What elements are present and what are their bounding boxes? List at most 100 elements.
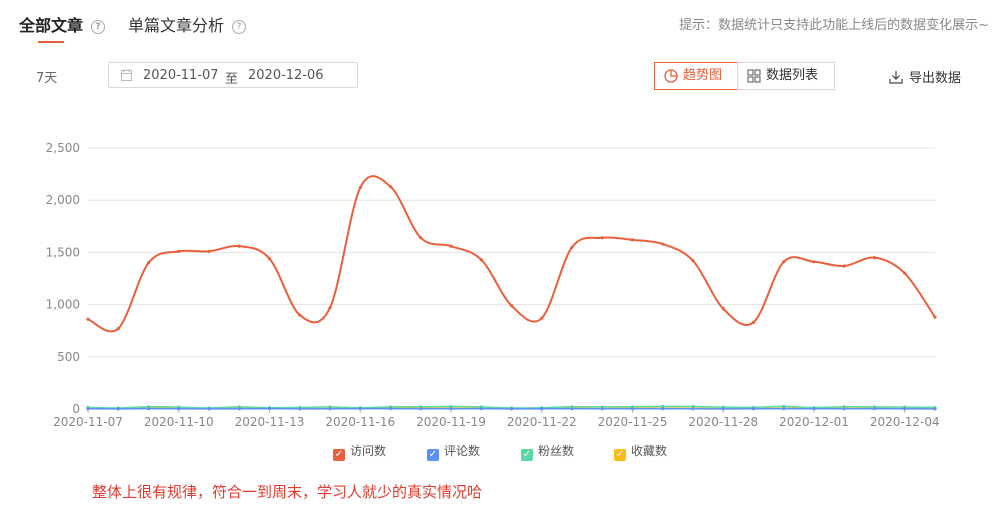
data-point-1 bbox=[449, 407, 453, 411]
hint-text: 提示：数据统计只支持此功能上线后的数据变化展示~ bbox=[679, 18, 989, 33]
data-point-1 bbox=[842, 407, 846, 411]
legend-label: 评论数 bbox=[444, 444, 481, 458]
data-point-1 bbox=[207, 407, 211, 411]
data-point-0 bbox=[872, 256, 877, 260]
x-tick-label: 2020-11-10 bbox=[144, 415, 214, 429]
calendar-icon bbox=[121, 69, 132, 81]
series-line-0 bbox=[87, 175, 936, 333]
tab-single-article-label: 单篇文章分析 bbox=[128, 16, 225, 35]
data-point-1 bbox=[267, 407, 272, 411]
data-point-1 bbox=[419, 407, 423, 411]
legend-label: 收藏数 bbox=[631, 444, 668, 458]
help-icon[interactable]: ? bbox=[91, 20, 106, 34]
data-point-1 bbox=[570, 407, 574, 411]
data-point-0 bbox=[298, 313, 302, 317]
tab-all-articles-label: 全部文章 bbox=[19, 16, 84, 35]
annotation-note: 整体上很有规律，符合一到周末，学习人就少的真实情况哈 bbox=[92, 483, 483, 501]
y-tick-label: 2,500 bbox=[46, 141, 80, 155]
data-point-1 bbox=[540, 407, 544, 411]
x-tick-label: 2020-11-19 bbox=[416, 415, 486, 429]
checkbox-icon: ✓ bbox=[427, 449, 439, 461]
data-point-0 bbox=[509, 304, 514, 308]
date-range-picker[interactable]: 2020-11-07 至 2020-12-06 bbox=[108, 62, 358, 88]
start-date: 2020-11-07 bbox=[143, 68, 219, 83]
data-point-1 bbox=[630, 407, 635, 411]
end-date: 2020-12-06 bbox=[248, 68, 324, 83]
data-point-0 bbox=[328, 306, 332, 310]
data-point-0 bbox=[146, 261, 151, 265]
x-tick-label: 2020-12-04 bbox=[870, 415, 940, 429]
data-point-0 bbox=[479, 258, 483, 262]
data-point-1 bbox=[237, 407, 241, 411]
data-point-0 bbox=[267, 257, 272, 261]
x-tick-label: 2020-11-22 bbox=[507, 415, 577, 429]
date-separator: 至 bbox=[225, 72, 239, 87]
data-point-0 bbox=[751, 320, 756, 324]
data-point-1 bbox=[388, 406, 393, 411]
data-point-0 bbox=[388, 185, 393, 189]
legend-item-fans[interactable]: ✓ 粉丝数 bbox=[521, 442, 574, 461]
y-tick-label: 1,000 bbox=[46, 298, 80, 312]
active-tab-indicator bbox=[38, 41, 64, 43]
data-point-0 bbox=[661, 242, 665, 246]
trend-chart-label: 趋势图 bbox=[683, 68, 723, 83]
data-point-1 bbox=[116, 407, 120, 411]
data-point-1 bbox=[479, 407, 483, 411]
trend-chart-icon bbox=[664, 69, 678, 83]
x-tick-label: 2020-11-16 bbox=[325, 415, 395, 429]
data-point-1 bbox=[298, 407, 302, 411]
x-tick-label: 2020-11-25 bbox=[598, 415, 668, 429]
help-icon[interactable]: ? bbox=[232, 20, 247, 34]
data-point-0 bbox=[630, 238, 635, 242]
range-label: 7天 bbox=[36, 71, 58, 86]
legend-label: 粉丝数 bbox=[538, 444, 575, 458]
y-tick-label: 0 bbox=[72, 402, 80, 416]
data-point-1 bbox=[177, 407, 181, 411]
legend-label: 访问数 bbox=[350, 444, 387, 458]
data-point-1 bbox=[782, 407, 786, 411]
data-point-0 bbox=[570, 245, 574, 249]
data-point-1 bbox=[812, 407, 816, 411]
legend-item-favorites[interactable]: ✓ 收藏数 bbox=[614, 442, 667, 461]
tab-single-article[interactable]: 单篇文章分析? bbox=[128, 12, 247, 36]
data-point-1 bbox=[751, 407, 756, 411]
checkbox-icon: ✓ bbox=[521, 449, 533, 461]
data-point-0 bbox=[812, 260, 816, 264]
data-point-1 bbox=[933, 407, 937, 411]
data-point-0 bbox=[691, 259, 695, 263]
grid-list-icon bbox=[747, 69, 761, 83]
export-label: 导出数据 bbox=[909, 71, 962, 86]
tab-bar: 全部文章? 单篇文章分析? 提示：数据统计只支持此功能上线后的数据变化展示~ bbox=[0, 0, 1003, 48]
data-point-1 bbox=[600, 407, 604, 411]
x-tick-label: 2020-12-01 bbox=[779, 415, 849, 429]
checkbox-icon: ✓ bbox=[333, 449, 345, 461]
legend-item-comments[interactable]: ✓ 评论数 bbox=[427, 442, 480, 461]
data-point-0 bbox=[903, 271, 907, 275]
data-point-1 bbox=[903, 407, 907, 411]
x-tick-label: 2020-11-13 bbox=[235, 415, 305, 429]
tab-all-articles[interactable]: 全部文章? bbox=[19, 12, 106, 36]
legend-item-visits[interactable]: ✓ 访问数 bbox=[333, 442, 386, 461]
data-point-0 bbox=[782, 260, 786, 264]
data-point-1 bbox=[146, 407, 151, 411]
data-point-0 bbox=[449, 244, 453, 248]
data-point-1 bbox=[509, 407, 514, 411]
download-icon bbox=[889, 71, 903, 84]
export-button[interactable]: 导出数据 bbox=[889, 67, 961, 86]
trend-chart-button[interactable]: 趋势图 bbox=[654, 62, 738, 90]
x-tick-label: 2020-11-28 bbox=[688, 415, 758, 429]
data-point-0 bbox=[842, 264, 846, 268]
data-list-button[interactable]: 数据列表 bbox=[737, 62, 835, 90]
y-tick-label: 500 bbox=[57, 350, 80, 364]
data-point-1 bbox=[872, 407, 877, 411]
data-list-label: 数据列表 bbox=[766, 68, 819, 83]
data-point-1 bbox=[86, 407, 90, 411]
x-tick-label: 2020-11-07 bbox=[53, 415, 123, 429]
y-tick-label: 1,500 bbox=[46, 245, 80, 259]
data-point-1 bbox=[661, 407, 665, 411]
data-point-1 bbox=[358, 407, 362, 411]
data-point-0 bbox=[116, 327, 120, 331]
data-point-1 bbox=[691, 407, 695, 411]
data-point-0 bbox=[600, 236, 604, 240]
data-point-0 bbox=[721, 307, 725, 311]
